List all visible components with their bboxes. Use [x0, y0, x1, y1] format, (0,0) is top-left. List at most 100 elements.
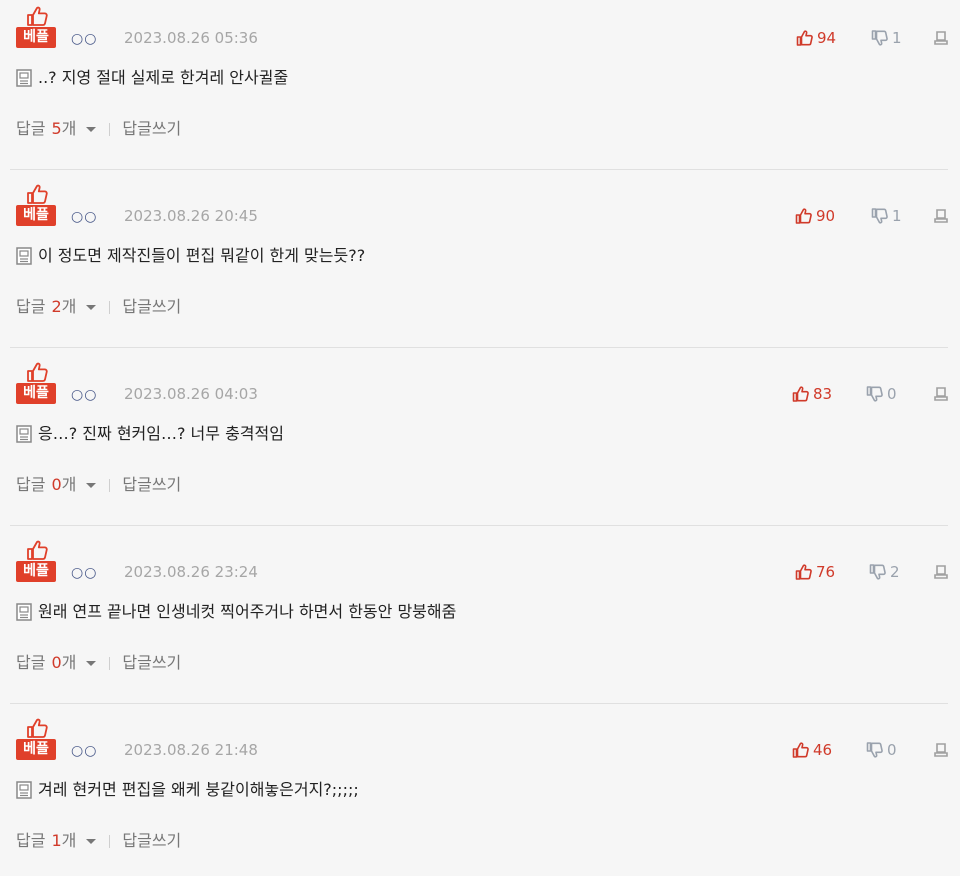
comment-timestamp: 2023.08.26 20:45 — [124, 207, 258, 225]
reply-count: 0 — [51, 475, 62, 494]
write-reply-button[interactable]: 답글쓰기 — [122, 475, 181, 495]
divider — [10, 525, 948, 526]
like-button[interactable]: 94 — [796, 29, 836, 47]
author-nickname[interactable]: ○○ — [71, 565, 97, 581]
thumbs-down-icon — [869, 564, 886, 580]
dislike-count: 1 — [892, 29, 902, 47]
reply-count: 0 — [51, 653, 62, 672]
dislike-count: 2 — [890, 563, 900, 581]
thumbs-up-icon — [27, 718, 48, 738]
comment-body: ..? 지영 절대 실제로 한겨레 안사귈줄 — [16, 68, 288, 88]
comment-body: 이 정도면 제작진들이 편집 뭐같이 한게 맞는듯?? — [16, 246, 365, 266]
author-nickname[interactable]: ○○ — [71, 387, 97, 403]
comment-body: 원래 연프 끝나면 인생네컷 찍어주거나 하면서 한동안 망붕해줌 — [16, 602, 456, 622]
reply-label: 답글 — [16, 831, 46, 850]
reply-unit: 개 — [61, 831, 77, 850]
dislike-count: 0 — [887, 741, 897, 759]
comment-item: 베플 ○○ 2023.08.26 04:03 83 0 응…? 진짜 현커임…?… — [0, 356, 960, 534]
author-nickname[interactable]: ○○ — [71, 31, 97, 47]
document-icon — [16, 69, 32, 87]
comment-timestamp: 2023.08.26 04:03 — [124, 385, 258, 403]
comment-body: 겨레 현커면 편집을 왜케 붕같이해놓은거지?;;;;; — [16, 780, 359, 800]
comment-footer: 답글 2 개 답글쓰기 — [16, 297, 181, 317]
comment-text: ..? 지영 절대 실제로 한겨레 안사귈줄 — [38, 68, 289, 87]
like-count: 83 — [813, 385, 833, 403]
thumbs-up-icon — [792, 742, 809, 758]
reply-label: 답글 — [16, 475, 46, 494]
dislike-button[interactable]: 0 — [866, 385, 897, 403]
reply-label: 답글 — [16, 119, 46, 138]
comment-timestamp: 2023.08.26 21:48 — [124, 741, 258, 759]
dislike-button[interactable]: 2 — [869, 563, 900, 581]
report-icon[interactable] — [933, 208, 949, 224]
thumbs-down-icon — [871, 208, 888, 224]
thumbs-up-icon — [796, 30, 813, 46]
best-label: 베플 — [16, 205, 56, 226]
separator — [109, 122, 111, 136]
write-reply-button[interactable]: 답글쓰기 — [122, 831, 181, 851]
document-icon — [16, 603, 32, 621]
document-icon — [16, 425, 32, 443]
best-comment-badge: 베플 — [16, 6, 56, 50]
comment-text: 겨레 현커면 편집을 왜케 붕같이해놓은거지?;;;;; — [38, 780, 359, 799]
thumbs-up-icon — [27, 184, 48, 204]
caret-down-icon — [86, 483, 97, 488]
report-icon[interactable] — [933, 742, 949, 758]
caret-down-icon — [86, 661, 97, 666]
best-comment-badge: 베플 — [16, 184, 56, 228]
thumbs-up-icon — [27, 362, 48, 382]
dislike-button[interactable]: 0 — [866, 741, 897, 759]
thumbs-up-icon — [795, 564, 812, 580]
thumbs-up-icon — [27, 540, 48, 560]
divider — [10, 169, 948, 170]
thumbs-up-icon — [27, 6, 48, 26]
reply-toggle[interactable]: 답글 2 개 — [16, 297, 97, 317]
reply-count: 2 — [51, 297, 62, 316]
best-label: 베플 — [16, 739, 56, 760]
reply-toggle[interactable]: 답글 0 개 — [16, 475, 97, 495]
best-label: 베플 — [16, 27, 56, 48]
thumbs-down-icon — [871, 30, 888, 46]
comment-item: 베플 ○○ 2023.08.26 05:36 94 1 ..? 지영 절대 실제… — [0, 0, 960, 178]
write-reply-button[interactable]: 답글쓰기 — [122, 653, 181, 673]
report-icon[interactable] — [933, 386, 949, 402]
thumbs-up-icon — [795, 208, 812, 224]
comment-item: 베플 ○○ 2023.08.26 20:45 90 1 이 정도면 제작진들이 … — [0, 178, 960, 356]
comment-footer: 답글 5 개 답글쓰기 — [16, 119, 181, 139]
caret-down-icon — [86, 305, 97, 310]
reply-label: 답글 — [16, 653, 46, 672]
comment-footer: 답글 0 개 답글쓰기 — [16, 653, 181, 673]
comment-footer: 답글 0 개 답글쓰기 — [16, 475, 181, 495]
reply-toggle[interactable]: 답글 1 개 — [16, 831, 97, 851]
comment-footer: 답글 1 개 답글쓰기 — [16, 831, 181, 851]
dislike-button[interactable]: 1 — [871, 29, 902, 47]
like-count: 76 — [816, 563, 836, 581]
write-reply-button[interactable]: 답글쓰기 — [122, 297, 181, 317]
reply-label: 답글 — [16, 297, 46, 316]
reply-unit: 개 — [61, 119, 77, 138]
author-nickname[interactable]: ○○ — [71, 743, 97, 759]
report-icon[interactable] — [933, 564, 949, 580]
reply-toggle[interactable]: 답글 0 개 — [16, 653, 97, 673]
write-reply-button[interactable]: 답글쓰기 — [122, 119, 181, 139]
document-icon — [16, 781, 32, 799]
thumbs-up-icon — [792, 386, 809, 402]
reply-toggle[interactable]: 답글 5 개 — [16, 119, 97, 139]
document-icon — [16, 247, 32, 265]
author-nickname[interactable]: ○○ — [71, 209, 97, 225]
comment-timestamp: 2023.08.26 23:24 — [124, 563, 258, 581]
like-button[interactable]: 76 — [795, 563, 835, 581]
dislike-button[interactable]: 1 — [871, 207, 902, 225]
like-button[interactable]: 46 — [792, 741, 832, 759]
like-button[interactable]: 90 — [795, 207, 835, 225]
comment-text: 응…? 진짜 현커임…? 너무 충격적임 — [38, 424, 284, 443]
like-button[interactable]: 83 — [792, 385, 832, 403]
caret-down-icon — [86, 839, 97, 844]
report-icon[interactable] — [933, 30, 949, 46]
reply-unit: 개 — [61, 297, 77, 316]
comment-text: 이 정도면 제작진들이 편집 뭐같이 한게 맞는듯?? — [38, 246, 366, 265]
separator — [109, 656, 111, 670]
comment-item: 베플 ○○ 2023.08.26 23:24 76 2 원래 연프 끝나면 인생… — [0, 534, 960, 712]
divider — [10, 703, 948, 704]
like-count: 46 — [813, 741, 833, 759]
